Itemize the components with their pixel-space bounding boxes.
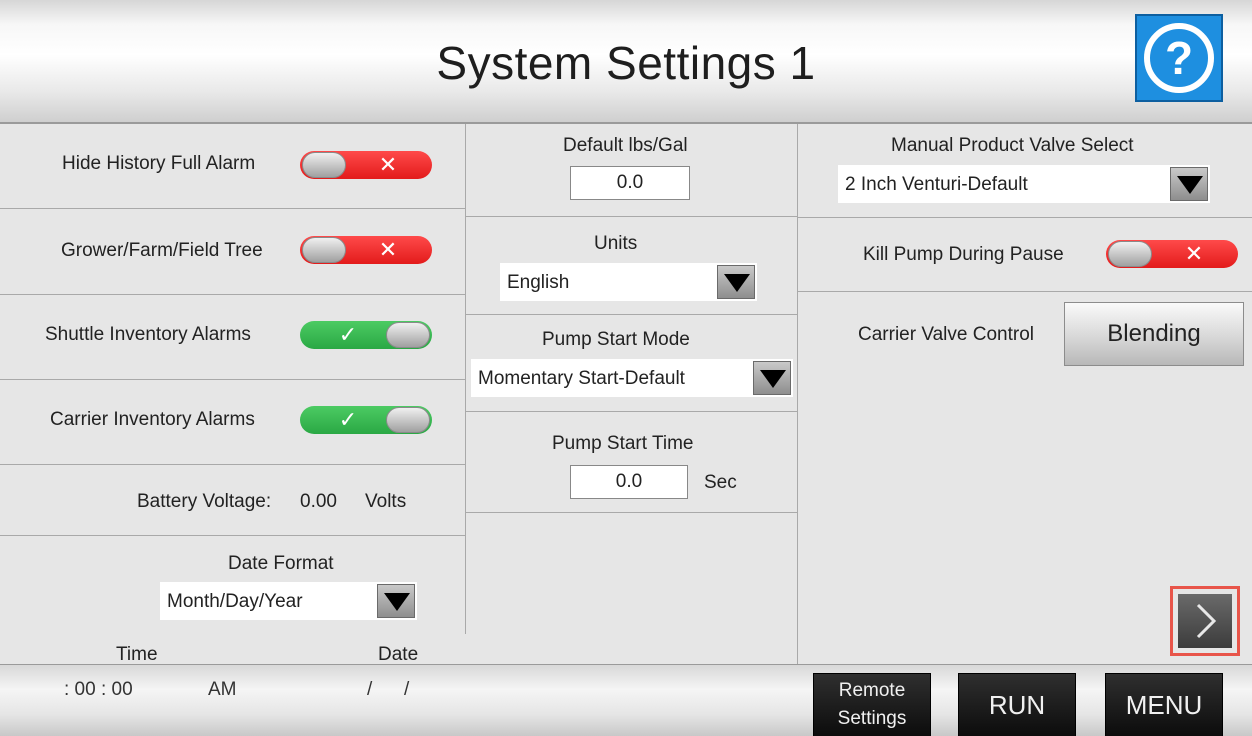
triangle-down-icon bbox=[724, 274, 750, 292]
toggle-knob bbox=[386, 322, 430, 348]
row-divider bbox=[797, 217, 1252, 218]
triangle-down-icon bbox=[384, 593, 410, 611]
column-divider bbox=[465, 124, 466, 634]
header-bar: System Settings 1 ? bbox=[0, 0, 1252, 124]
time-display: : 00 : 00 bbox=[64, 679, 133, 700]
units-label: Units bbox=[594, 233, 638, 254]
units-dropdown-button[interactable] bbox=[717, 265, 755, 299]
shuttle-inventory-toggle[interactable]: ✓ bbox=[300, 321, 432, 349]
settings-panel: Hide History Full Alarm ✕ Grower/Farm/Fi… bbox=[0, 124, 1252, 724]
check-icon: ✓ bbox=[338, 407, 358, 432]
hide-history-label: Hide History Full Alarm bbox=[62, 153, 256, 174]
triangle-down-icon bbox=[1177, 176, 1203, 194]
row-divider bbox=[465, 314, 797, 315]
pump-start-mode-label: Pump Start Mode bbox=[542, 329, 690, 350]
row-divider bbox=[0, 208, 465, 209]
toggle-knob bbox=[302, 237, 346, 263]
date-format-dropdown[interactable]: Month/Day/Year bbox=[160, 582, 417, 620]
date-separator-2: / bbox=[404, 679, 410, 700]
pump-start-time-label: Pump Start Time bbox=[552, 433, 694, 454]
pump-start-mode-dropdown-button[interactable] bbox=[753, 361, 791, 395]
page-title: System Settings 1 bbox=[436, 37, 816, 89]
menu-button[interactable]: MENU bbox=[1105, 673, 1223, 736]
pump-start-mode-dropdown[interactable]: Momentary Start-Default bbox=[471, 359, 793, 397]
battery-voltage-unit: Volts bbox=[365, 491, 407, 512]
time-label: Time bbox=[116, 644, 158, 665]
x-icon: ✕ bbox=[378, 237, 398, 262]
date-format-dropdown-button[interactable] bbox=[377, 584, 415, 618]
question-circle-icon: ? bbox=[1144, 23, 1214, 93]
carrier-inventory-label: Carrier Inventory Alarms bbox=[50, 409, 255, 430]
x-icon: ✕ bbox=[378, 152, 398, 177]
help-glyph: ? bbox=[1165, 32, 1193, 84]
date-format-value: Month/Day/Year bbox=[167, 591, 303, 612]
pump-start-mode-value: Momentary Start-Default bbox=[478, 368, 685, 389]
hide-history-toggle[interactable]: ✕ bbox=[300, 151, 432, 179]
remote-settings-line1: Remote bbox=[838, 680, 906, 701]
manual-valve-dropdown[interactable]: 2 Inch Venturi-Default bbox=[838, 165, 1210, 203]
run-button[interactable]: RUN bbox=[958, 673, 1076, 736]
help-button[interactable]: ? bbox=[1135, 14, 1223, 102]
row-divider bbox=[465, 216, 797, 217]
row-divider bbox=[0, 294, 465, 295]
kill-pump-toggle[interactable]: ✕ bbox=[1106, 240, 1238, 268]
shuttle-inventory-label: Shuttle Inventory Alarms bbox=[45, 324, 251, 345]
next-page-button-face bbox=[1178, 594, 1232, 648]
next-page-button[interactable] bbox=[1170, 586, 1240, 656]
default-lbs-gal-input[interactable]: 0.0 bbox=[570, 166, 690, 200]
pump-start-time-input[interactable]: 0.0 bbox=[570, 465, 688, 499]
row-divider bbox=[0, 535, 465, 536]
grower-tree-label: Grower/Farm/Field Tree bbox=[61, 240, 263, 261]
x-icon: ✕ bbox=[1184, 241, 1204, 266]
pump-start-time-unit: Sec bbox=[704, 472, 737, 493]
column-divider bbox=[797, 124, 798, 664]
units-value: English bbox=[507, 272, 570, 293]
date-separator-1: / bbox=[367, 679, 373, 700]
check-icon: ✓ bbox=[338, 322, 358, 347]
default-lbs-gal-label: Default lbs/Gal bbox=[563, 135, 688, 156]
footer-bar: : 00 : 00 AM / / Remote Settings RUN MEN… bbox=[0, 664, 1252, 736]
triangle-down-icon bbox=[760, 370, 786, 388]
chevron-right-icon bbox=[1196, 603, 1217, 639]
battery-voltage-label: Battery Voltage: bbox=[137, 491, 272, 512]
carrier-inventory-toggle[interactable]: ✓ bbox=[300, 406, 432, 434]
manual-valve-dropdown-button[interactable] bbox=[1170, 167, 1208, 201]
battery-voltage-value: 0.00 bbox=[300, 491, 337, 512]
units-dropdown[interactable]: English bbox=[500, 263, 757, 301]
remote-settings-line2: Settings bbox=[837, 708, 907, 729]
remote-settings-button[interactable]: Remote Settings bbox=[813, 673, 931, 736]
manual-valve-label: Manual Product Valve Select bbox=[891, 135, 1134, 156]
toggle-knob bbox=[1108, 241, 1152, 267]
ampm-display: AM bbox=[208, 679, 237, 700]
kill-pump-label: Kill Pump During Pause bbox=[863, 244, 1064, 265]
row-divider bbox=[465, 512, 797, 513]
carrier-valve-blending-button[interactable]: Blending bbox=[1064, 302, 1244, 366]
row-divider bbox=[0, 379, 465, 380]
row-divider bbox=[797, 291, 1252, 292]
carrier-valve-label: Carrier Valve Control bbox=[858, 324, 1034, 345]
row-divider bbox=[0, 464, 465, 465]
manual-valve-value: 2 Inch Venturi-Default bbox=[845, 174, 1028, 195]
date-label: Date bbox=[378, 644, 419, 665]
toggle-knob bbox=[302, 152, 346, 178]
date-format-label: Date Format bbox=[228, 553, 334, 574]
grower-tree-toggle[interactable]: ✕ bbox=[300, 236, 432, 264]
row-divider bbox=[465, 411, 797, 412]
toggle-knob bbox=[386, 407, 430, 433]
